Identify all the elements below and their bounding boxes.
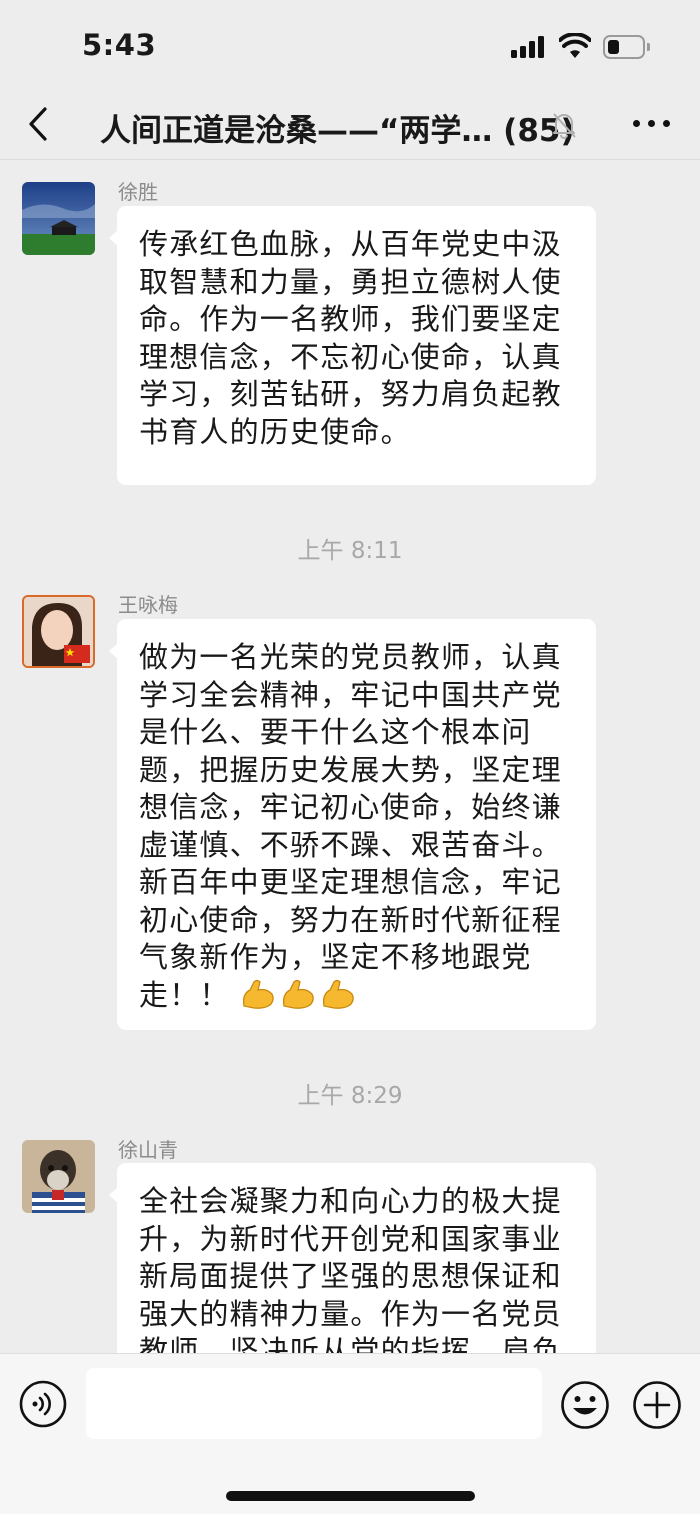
plus-icon[interactable] [632, 1380, 682, 1430]
message-bubble[interactable]: 做为一名光荣的党员教师，认真 学习全会精神，牢记中国共产党 是什么、要干什么这个… [109, 619, 596, 1030]
message-bubble[interactable]: 传承红色血脉，从百年党史中汲 取智慧和力量，勇担立德树人使 命。作为一名教师，我… [109, 206, 596, 485]
message-list[interactable]: 徐胜 传承红色血脉，从百年党史中汲 取智慧和力量，勇担立德树人使 命。作为一名教… [0, 161, 700, 1353]
flexed-biceps-icon [323, 979, 354, 1009]
more-options-icon[interactable] [631, 120, 671, 130]
timestamp: 上午 8:29 [297, 1083, 403, 1109]
flexed-biceps-icon [283, 979, 314, 1009]
sender-name: 徐胜 [118, 180, 158, 204]
battery-level [608, 40, 619, 54]
dog-avatar-icon[interactable] [22, 1140, 95, 1213]
status-bar: 5:43 [0, 0, 700, 90]
timestamp: 上午 8:11 [297, 538, 403, 564]
portrait-with-flag-avatar-icon[interactable] [22, 595, 95, 668]
input-bar [0, 1353, 700, 1514]
voice-input-icon[interactable] [19, 1380, 67, 1428]
emoji-group [230, 978, 360, 1012]
mute-bell-icon [553, 113, 576, 139]
wifi-icon [559, 33, 591, 58]
home-indicator[interactable] [226, 1491, 475, 1501]
back-icon[interactable] [24, 106, 54, 142]
chat-title[interactable]: 人间正道是沧桑——“两学… (85) [100, 105, 575, 150]
sender-name: 王咏梅 [118, 593, 178, 617]
status-time: 5:43 [82, 28, 157, 62]
landscape-avatar-icon[interactable] [22, 182, 95, 255]
chat-header: 人间正道是沧桑——“两学… (85) [0, 90, 700, 160]
sender-name: 徐山青 [118, 1138, 178, 1162]
flexed-biceps-icon [243, 979, 274, 1009]
cellular-signal-icon [511, 36, 547, 58]
emoji-icon[interactable] [560, 1380, 610, 1430]
message-input[interactable] [86, 1368, 542, 1439]
battery-icon [603, 35, 650, 59]
message-bubble[interactable]: 全社会凝聚力和向心力的极大提 升，为新时代开创党和国家事业 新局面提供了坚强的思… [109, 1163, 596, 1353]
message-text: 做为一名光荣的党员教师，认真 学习全会精神，牢记中国共产党 是什么、要干什么这个… [139, 640, 562, 1012]
